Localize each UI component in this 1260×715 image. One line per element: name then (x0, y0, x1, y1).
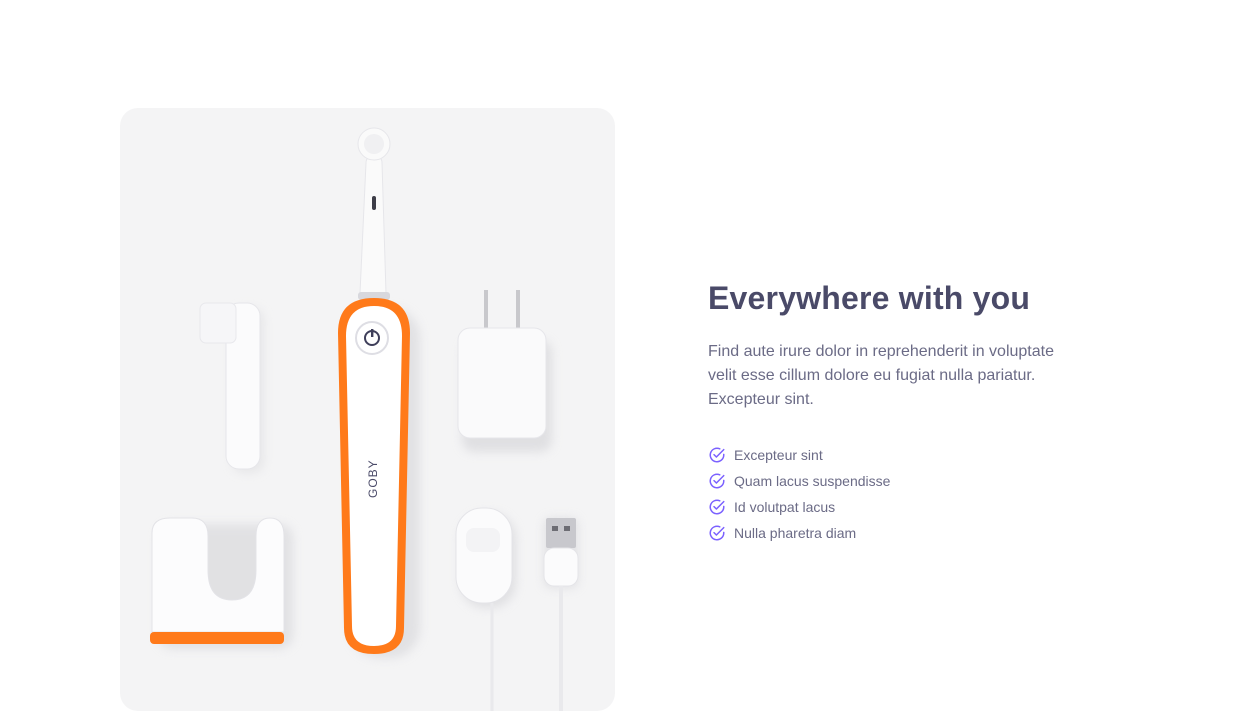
feature-label: Quam lacus suspendisse (734, 473, 891, 489)
check-circle-icon (709, 447, 725, 463)
wall-adapter (457, 290, 552, 452)
toothbrush-brand: GOBY (366, 459, 380, 498)
usb-cable (543, 518, 579, 711)
feature-item: Quam lacus suspendisse (708, 468, 1088, 494)
feature-item: Nulla pharetra diam (708, 520, 1088, 546)
check-circle-icon (709, 525, 725, 541)
toothbrush-kit-illustration: GOBY (150, 127, 579, 711)
charging-puck (455, 507, 516, 711)
spare-brush-head (199, 302, 264, 473)
feature-item: Excepteur sint (708, 442, 1088, 468)
charging-stand (150, 517, 293, 649)
feature-section: Everywhere with you Find aute irure dolo… (708, 278, 1088, 546)
section-heading: Everywhere with you (708, 280, 1031, 316)
feature-item: Id volutpat lacus (708, 494, 1088, 520)
check-circle-icon (709, 499, 725, 515)
feature-label: Nulla pharetra diam (734, 525, 857, 541)
section-description: Find aute irure dolor in reprehenderit i… (708, 343, 1054, 408)
check-circle-icon (709, 473, 725, 489)
toothbrush: GOBY (338, 127, 420, 658)
feature-label: Id volutpat lacus (734, 499, 836, 515)
feature-list: Excepteur sint Quam lacus suspendisse Id… (708, 442, 1088, 546)
feature-label: Excepteur sint (734, 447, 823, 463)
product-image: GOBY (120, 108, 615, 711)
